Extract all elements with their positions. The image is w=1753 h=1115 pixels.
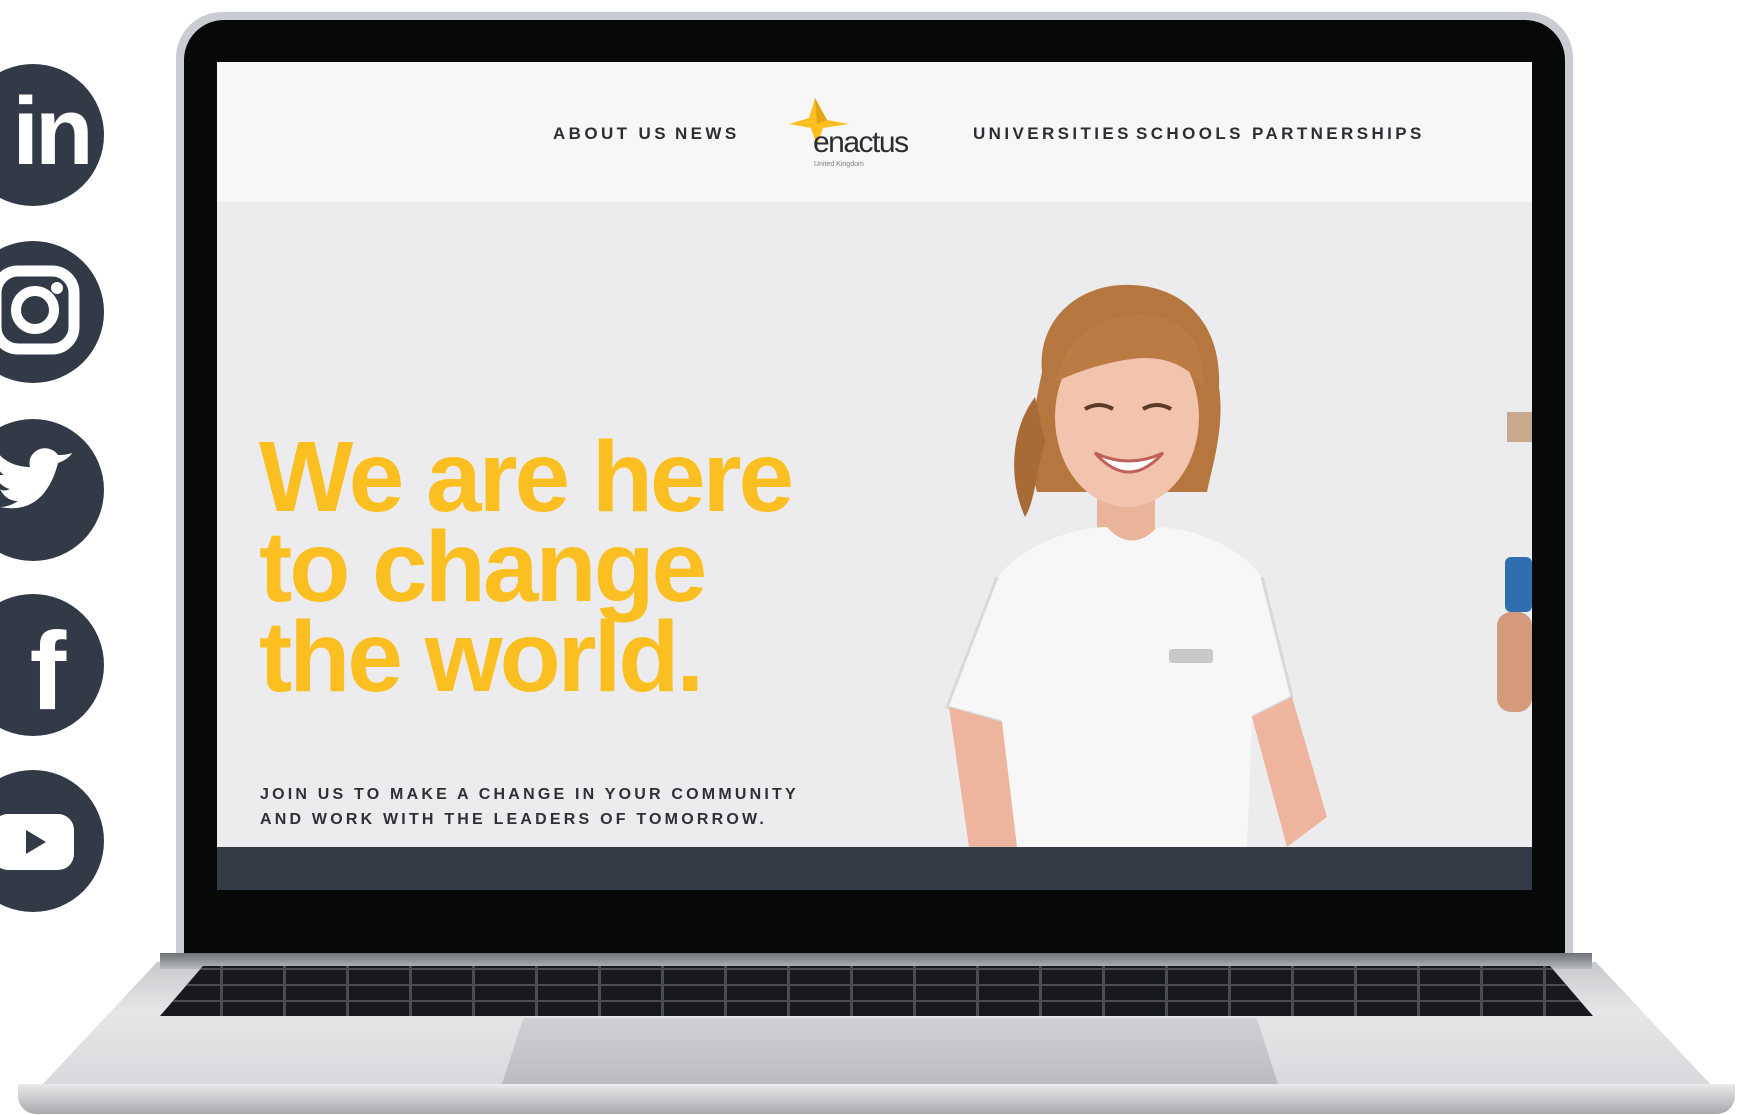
nav-partnerships[interactable]: PARTNERSHIPS bbox=[1252, 124, 1425, 144]
instagram-glyph bbox=[0, 265, 80, 355]
hero-photo-person bbox=[945, 284, 1327, 847]
youtube-icon[interactable] bbox=[0, 770, 104, 912]
linkedin-icon[interactable]: in bbox=[0, 64, 104, 206]
site-header: ABOUT US NEWS enactus United Kingdom UNI… bbox=[217, 62, 1532, 202]
hero-subtext-line-2: AND WORK WITH THE LEADERS OF TOMORROW. bbox=[260, 811, 768, 828]
logo-subtitle: United Kingdom bbox=[814, 161, 864, 168]
facebook-letter: f bbox=[29, 610, 67, 733]
laptop-front-edge bbox=[18, 1084, 1735, 1114]
nav-universities[interactable]: UNIVERSITIES bbox=[973, 124, 1132, 144]
hero-headline-line-3: the world. bbox=[259, 601, 704, 713]
social-links: in f bbox=[0, 0, 110, 1115]
enactus-logo[interactable]: enactus United Kingdom bbox=[789, 98, 919, 176]
laptop-screen: ABOUT US NEWS enactus United Kingdom UNI… bbox=[217, 62, 1532, 890]
linkedin-letters: in bbox=[12, 78, 93, 185]
laptop-trackpad bbox=[500, 1018, 1280, 1090]
twitter-icon[interactable] bbox=[0, 419, 104, 561]
instagram-icon[interactable] bbox=[0, 241, 104, 383]
facebook-icon[interactable]: f bbox=[0, 594, 104, 736]
nav-about-us[interactable]: ABOUT US bbox=[553, 124, 669, 144]
laptop-keyboard bbox=[160, 966, 1593, 1016]
hero-subtext: JOIN US TO MAKE A CHANGE IN YOUR COMMUNI… bbox=[260, 782, 820, 832]
twitter-glyph bbox=[0, 448, 72, 509]
hero-subtext-line-1: JOIN US TO MAKE A CHANGE IN YOUR COMMUNI… bbox=[260, 786, 799, 803]
hero-headline: We are here to change the world. bbox=[259, 427, 819, 707]
site-footer-bar bbox=[217, 847, 1532, 890]
logo-wordmark: enactus bbox=[813, 126, 909, 159]
youtube-glyph bbox=[0, 814, 74, 870]
nav-schools[interactable]: SCHOOLS bbox=[1136, 124, 1244, 144]
nav-news[interactable]: NEWS bbox=[675, 124, 740, 144]
hero-photo-object bbox=[1497, 412, 1532, 712]
